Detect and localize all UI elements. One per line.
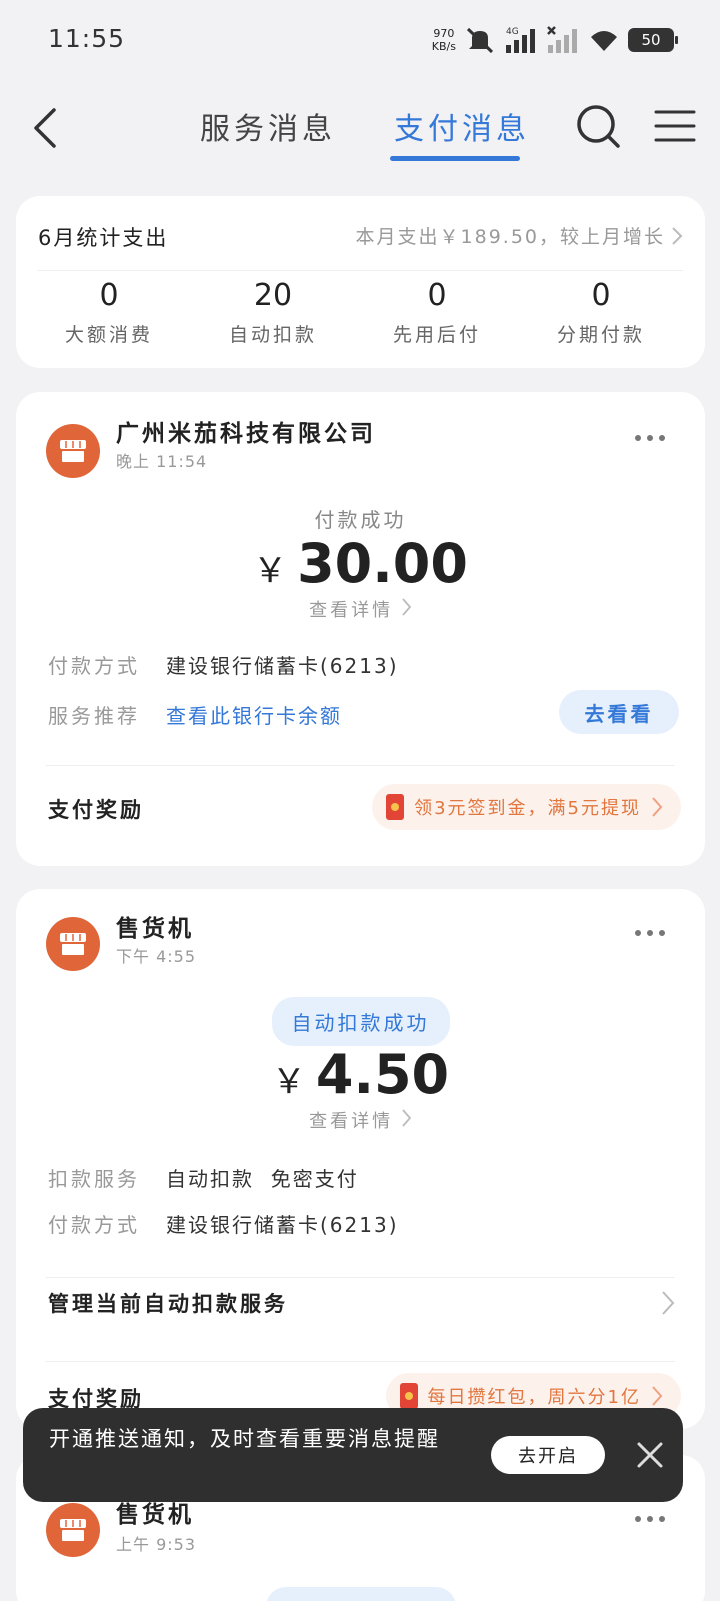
- mute-bell-icon: [464, 26, 496, 54]
- tab-payment-messages[interactable]: 支付消息: [394, 104, 530, 148]
- service-recommend-label: 服务推荐: [48, 704, 140, 728]
- menu-button[interactable]: [654, 106, 696, 146]
- search-button[interactable]: [574, 100, 622, 152]
- chevron-right-icon: [652, 797, 663, 817]
- stat-large-spend[interactable]: 0 大额消费: [26, 276, 192, 347]
- reward-promo-button[interactable]: 领3元签到金，满5元提现: [372, 784, 681, 830]
- stat-installment[interactable]: 0 分期付款: [518, 276, 684, 347]
- view-details-link[interactable]: 查看详情: [16, 1107, 705, 1133]
- stat-auto-deduct[interactable]: 20 自动扣款: [190, 276, 356, 347]
- wifi-icon: [588, 27, 620, 53]
- more-dots-icon: [635, 435, 641, 441]
- payment-method-value: 建设银行储蓄卡(6213): [166, 654, 399, 678]
- red-packet-icon: [386, 794, 405, 820]
- close-toast-button[interactable]: [633, 1438, 667, 1472]
- chevron-left-icon: [34, 108, 56, 148]
- payment-time: 上午 9:53: [116, 1535, 197, 1554]
- manage-auto-deduct-row[interactable]: 管理当前自动扣款服务: [48, 1283, 675, 1323]
- payment-time: 下午 4:55: [116, 947, 197, 966]
- chevron-right-icon: [402, 1109, 412, 1127]
- monthly-stats-card: 6月统计支出 本月支出￥189.50，较上月增长 0 大额消费 20 自动扣款 …: [16, 196, 705, 368]
- enable-notifications-button[interactable]: 去开启: [491, 1436, 605, 1474]
- chevron-right-icon: [402, 598, 412, 616]
- more-options-button[interactable]: [635, 923, 665, 943]
- battery-icon: 50: [628, 28, 678, 52]
- tab-service-messages[interactable]: 服务消息: [200, 104, 336, 148]
- status-icons: 970 KB/s 4G 50: [431, 22, 678, 58]
- payment-status-badge: 自动扣款成功: [271, 997, 450, 1046]
- payment-method-value: 建设银行储蓄卡(6213): [166, 1213, 399, 1237]
- more-dots-icon: [635, 930, 641, 936]
- payment-method-label: 付款方式: [48, 1213, 140, 1237]
- view-details-link[interactable]: 查看详情: [16, 596, 705, 622]
- merchant-name: 广州米茄科技有限公司: [116, 421, 376, 447]
- signal-4g-icon: 4G: [504, 25, 538, 55]
- signal-no-service-icon: [546, 25, 580, 55]
- payment-card[interactable]: 售货机 下午 4:55 自动扣款成功 ￥ 4.50 查看详情 扣款服务 自动扣款 …: [16, 889, 705, 1429]
- divider: [38, 270, 683, 271]
- payment-card[interactable]: 广州米茄科技有限公司 晚上 11:54 付款成功 ￥ 30.00 查看详情 付款方…: [16, 392, 705, 866]
- more-options-button[interactable]: [635, 1509, 665, 1529]
- more-dots-icon: [635, 1516, 641, 1522]
- chevron-right-icon: [662, 1291, 675, 1315]
- payment-status: 付款成功: [314, 508, 407, 532]
- close-icon: [637, 1442, 663, 1468]
- red-packet-icon: [399, 1383, 418, 1409]
- search-icon: [577, 105, 620, 148]
- stats-summary-link[interactable]: 本月支出￥189.50，较上月增长: [356, 222, 683, 249]
- status-time: 11:55: [48, 24, 126, 53]
- network-speed: 970 KB/s: [431, 27, 456, 53]
- divider: [46, 765, 675, 766]
- deduct-service-value: 自动扣款 免密支付: [166, 1167, 359, 1191]
- payment-status-badge: [265, 1587, 456, 1601]
- store-icon: [46, 424, 100, 478]
- active-tab-indicator: [390, 156, 520, 161]
- more-options-button[interactable]: [635, 428, 665, 448]
- push-notification-toast: 开通推送通知，及时查看重要消息提醒 去开启: [23, 1408, 683, 1502]
- payment-time: 晚上 11:54: [116, 452, 208, 471]
- payment-amount: ￥ 4.50: [271, 1043, 450, 1106]
- divider: [46, 1361, 675, 1362]
- status-bar: 11:55 970 KB/s 4G 50: [0, 0, 720, 80]
- top-nav: 服务消息 支付消息: [0, 80, 720, 180]
- toast-message: 开通推送通知，及时查看重要消息提醒: [49, 1427, 440, 1451]
- store-icon: [46, 1503, 100, 1557]
- merchant-name: 售货机: [116, 916, 194, 942]
- back-button[interactable]: [28, 104, 68, 152]
- deduct-service-label: 扣款服务: [48, 1167, 140, 1191]
- go-see-button[interactable]: 去看看: [559, 690, 679, 734]
- stats-title: 6月统计支出: [38, 226, 169, 250]
- payment-amount: ￥ 30.00: [253, 532, 468, 595]
- menu-icon: [654, 110, 696, 142]
- chevron-right-icon: [652, 1386, 663, 1406]
- chevron-right-icon: [672, 226, 683, 245]
- store-icon: [46, 917, 100, 971]
- svg-text:4G: 4G: [506, 27, 519, 37]
- payment-reward-label: 支付奖励: [48, 798, 144, 822]
- payment-method-label: 付款方式: [48, 654, 140, 678]
- check-balance-link[interactable]: 查看此银行卡余额: [166, 700, 342, 729]
- divider: [46, 1277, 675, 1278]
- stat-pay-later[interactable]: 0 先用后付: [354, 276, 520, 347]
